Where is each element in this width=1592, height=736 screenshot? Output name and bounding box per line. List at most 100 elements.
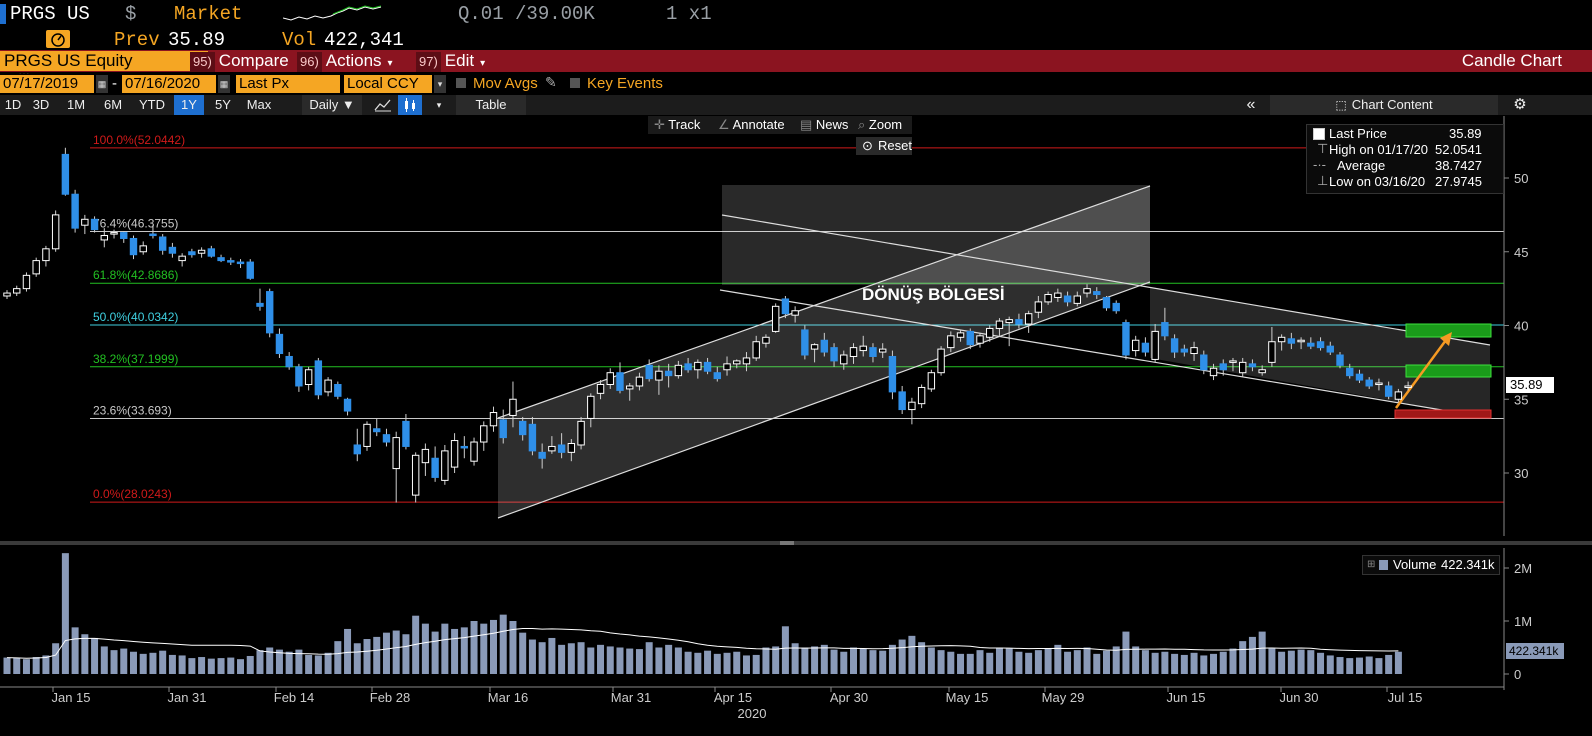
volume-bar: [1336, 657, 1344, 674]
volume-bar: [1132, 646, 1140, 674]
edit-menu[interactable]: 97) Edit ▾: [416, 51, 500, 72]
candle-body: [489, 412, 498, 427]
end-calendar-icon[interactable]: ▦: [218, 75, 230, 93]
chart-style-caret-icon[interactable]: ▾: [432, 95, 446, 115]
period-tab-5y[interactable]: 5Y: [206, 95, 240, 115]
collapse-icon[interactable]: «: [1238, 95, 1264, 115]
frequency-selector[interactable]: Daily ▼: [302, 95, 362, 115]
news-tool[interactable]: ▤ News: [800, 116, 848, 134]
volume-bar: [1287, 650, 1295, 674]
security-marker: [0, 4, 6, 24]
volume-bar: [334, 641, 342, 674]
volume-bar: [1015, 651, 1023, 674]
pane-separator-handle: [780, 541, 794, 545]
candle-body: [382, 434, 391, 443]
table-button[interactable]: Table: [456, 95, 526, 115]
volume-bar: [840, 651, 848, 674]
fib-label: 23.6%(33.693): [93, 404, 172, 418]
chart-type-label[interactable]: Candle Chart: [1462, 51, 1562, 71]
low-marker-icon: ⊥: [1317, 173, 1329, 188]
price-tick-label: 45: [1514, 245, 1528, 260]
mov-avgs-checkbox[interactable]: [456, 78, 466, 88]
period-tab-3d[interactable]: 3D: [26, 95, 56, 115]
candle-body: [703, 361, 712, 372]
volume-bar: [431, 631, 439, 674]
period-tab-1m[interactable]: 1M: [58, 95, 94, 115]
start-calendar-icon[interactable]: ▦: [96, 75, 108, 93]
volume-bar: [1375, 658, 1383, 674]
prev-label: Prev: [114, 29, 160, 51]
vol-label: Vol: [282, 29, 317, 51]
vol-value: 422,341: [324, 29, 404, 51]
candle-body: [596, 384, 605, 394]
candle-body: [139, 245, 147, 253]
candle-body: [626, 385, 634, 390]
candle-body: [431, 457, 439, 478]
candle-chart-icon[interactable]: [398, 95, 422, 115]
volume-bar: [305, 654, 313, 674]
line-chart-icon[interactable]: [370, 95, 396, 115]
candle-body: [616, 372, 624, 391]
gauge-icon[interactable]: [46, 30, 70, 48]
candle-body: [1102, 296, 1111, 309]
zoom-tool[interactable]: ⌕ Zoom: [858, 116, 902, 134]
volume-bar: [1102, 650, 1110, 674]
candle-body: [285, 355, 293, 368]
volume-bar: [1346, 658, 1354, 674]
candle-body: [1355, 373, 1364, 381]
end-date-field[interactable]: 07/16/2020: [122, 75, 216, 93]
actions-menu[interactable]: 96) Actions ▾: [297, 51, 413, 72]
volume-bar: [421, 623, 429, 674]
volume-expand-icon[interactable]: ⊞: [1367, 556, 1375, 574]
period-tab-1d[interactable]: 1D: [2, 95, 24, 115]
volume-bar: [606, 646, 614, 674]
annotate-tool[interactable]: ∠ Annotate: [718, 116, 785, 134]
period-tab-max[interactable]: Max: [242, 95, 276, 115]
volume-bar: [850, 647, 858, 674]
reset-button[interactable]: ⊙ Reset: [856, 137, 912, 155]
volume-bar: [616, 647, 624, 674]
key-events-checkbox[interactable]: [570, 78, 580, 88]
security-field[interactable]: PRGS US Equity: [0, 51, 208, 71]
price-volume-chart[interactable]: 100.0%(52.0442) 76.4%(46.3755) 61.8%(42.86…: [0, 116, 1592, 736]
mov-avgs-label[interactable]: Mov Avgs: [473, 75, 538, 92]
volume-bar: [752, 654, 760, 674]
volume-bar: [42, 655, 50, 674]
candle-body: [343, 398, 352, 412]
candle-body: [927, 372, 936, 390]
time-tick-label: Feb 14: [274, 690, 314, 705]
candle-body: [304, 369, 313, 385]
volume-bar: [237, 659, 245, 674]
ticker-label[interactable]: PRGS US: [10, 3, 90, 25]
candle-body: [830, 347, 838, 362]
candle-body: [947, 335, 955, 349]
period-tab-1y[interactable]: 1Y: [174, 95, 204, 115]
chart-content-button[interactable]: ⬚ Chart Content: [1270, 95, 1498, 115]
pencil-icon[interactable]: ✎: [545, 74, 557, 91]
settings-gear-icon[interactable]: ⚙: [1508, 95, 1532, 115]
candle-body: [986, 327, 994, 338]
volume-bar: [1044, 648, 1052, 674]
candle-body: [1063, 295, 1072, 303]
candle-body: [995, 320, 1004, 329]
volume-bar: [168, 654, 176, 674]
last-price-tag: 35.89: [1506, 377, 1554, 393]
candle-body: [733, 360, 741, 365]
candle-body: [22, 274, 31, 290]
currency-dropdown-icon[interactable]: ▾: [434, 75, 446, 93]
field-selector[interactable]: Last Px: [236, 75, 340, 93]
volume-bar: [91, 637, 99, 674]
volume-bar: [674, 647, 682, 674]
compare-menu[interactable]: 95) Compare: [190, 51, 291, 72]
track-tool[interactable]: ✛ Track: [654, 116, 700, 134]
period-tab-ytd[interactable]: YTD: [132, 95, 172, 115]
high-marker-icon: ⊤: [1317, 141, 1329, 156]
candle-body: [840, 354, 848, 365]
currency-selector[interactable]: Local CCY: [344, 75, 432, 93]
period-tab-6m[interactable]: 6M: [96, 95, 130, 115]
key-events-label[interactable]: Key Events: [587, 75, 663, 92]
edit-num: 97): [416, 52, 441, 72]
news-label: News: [815, 117, 849, 132]
volume-bar: [1278, 651, 1286, 674]
start-date-field[interactable]: 07/17/2019: [0, 75, 94, 93]
